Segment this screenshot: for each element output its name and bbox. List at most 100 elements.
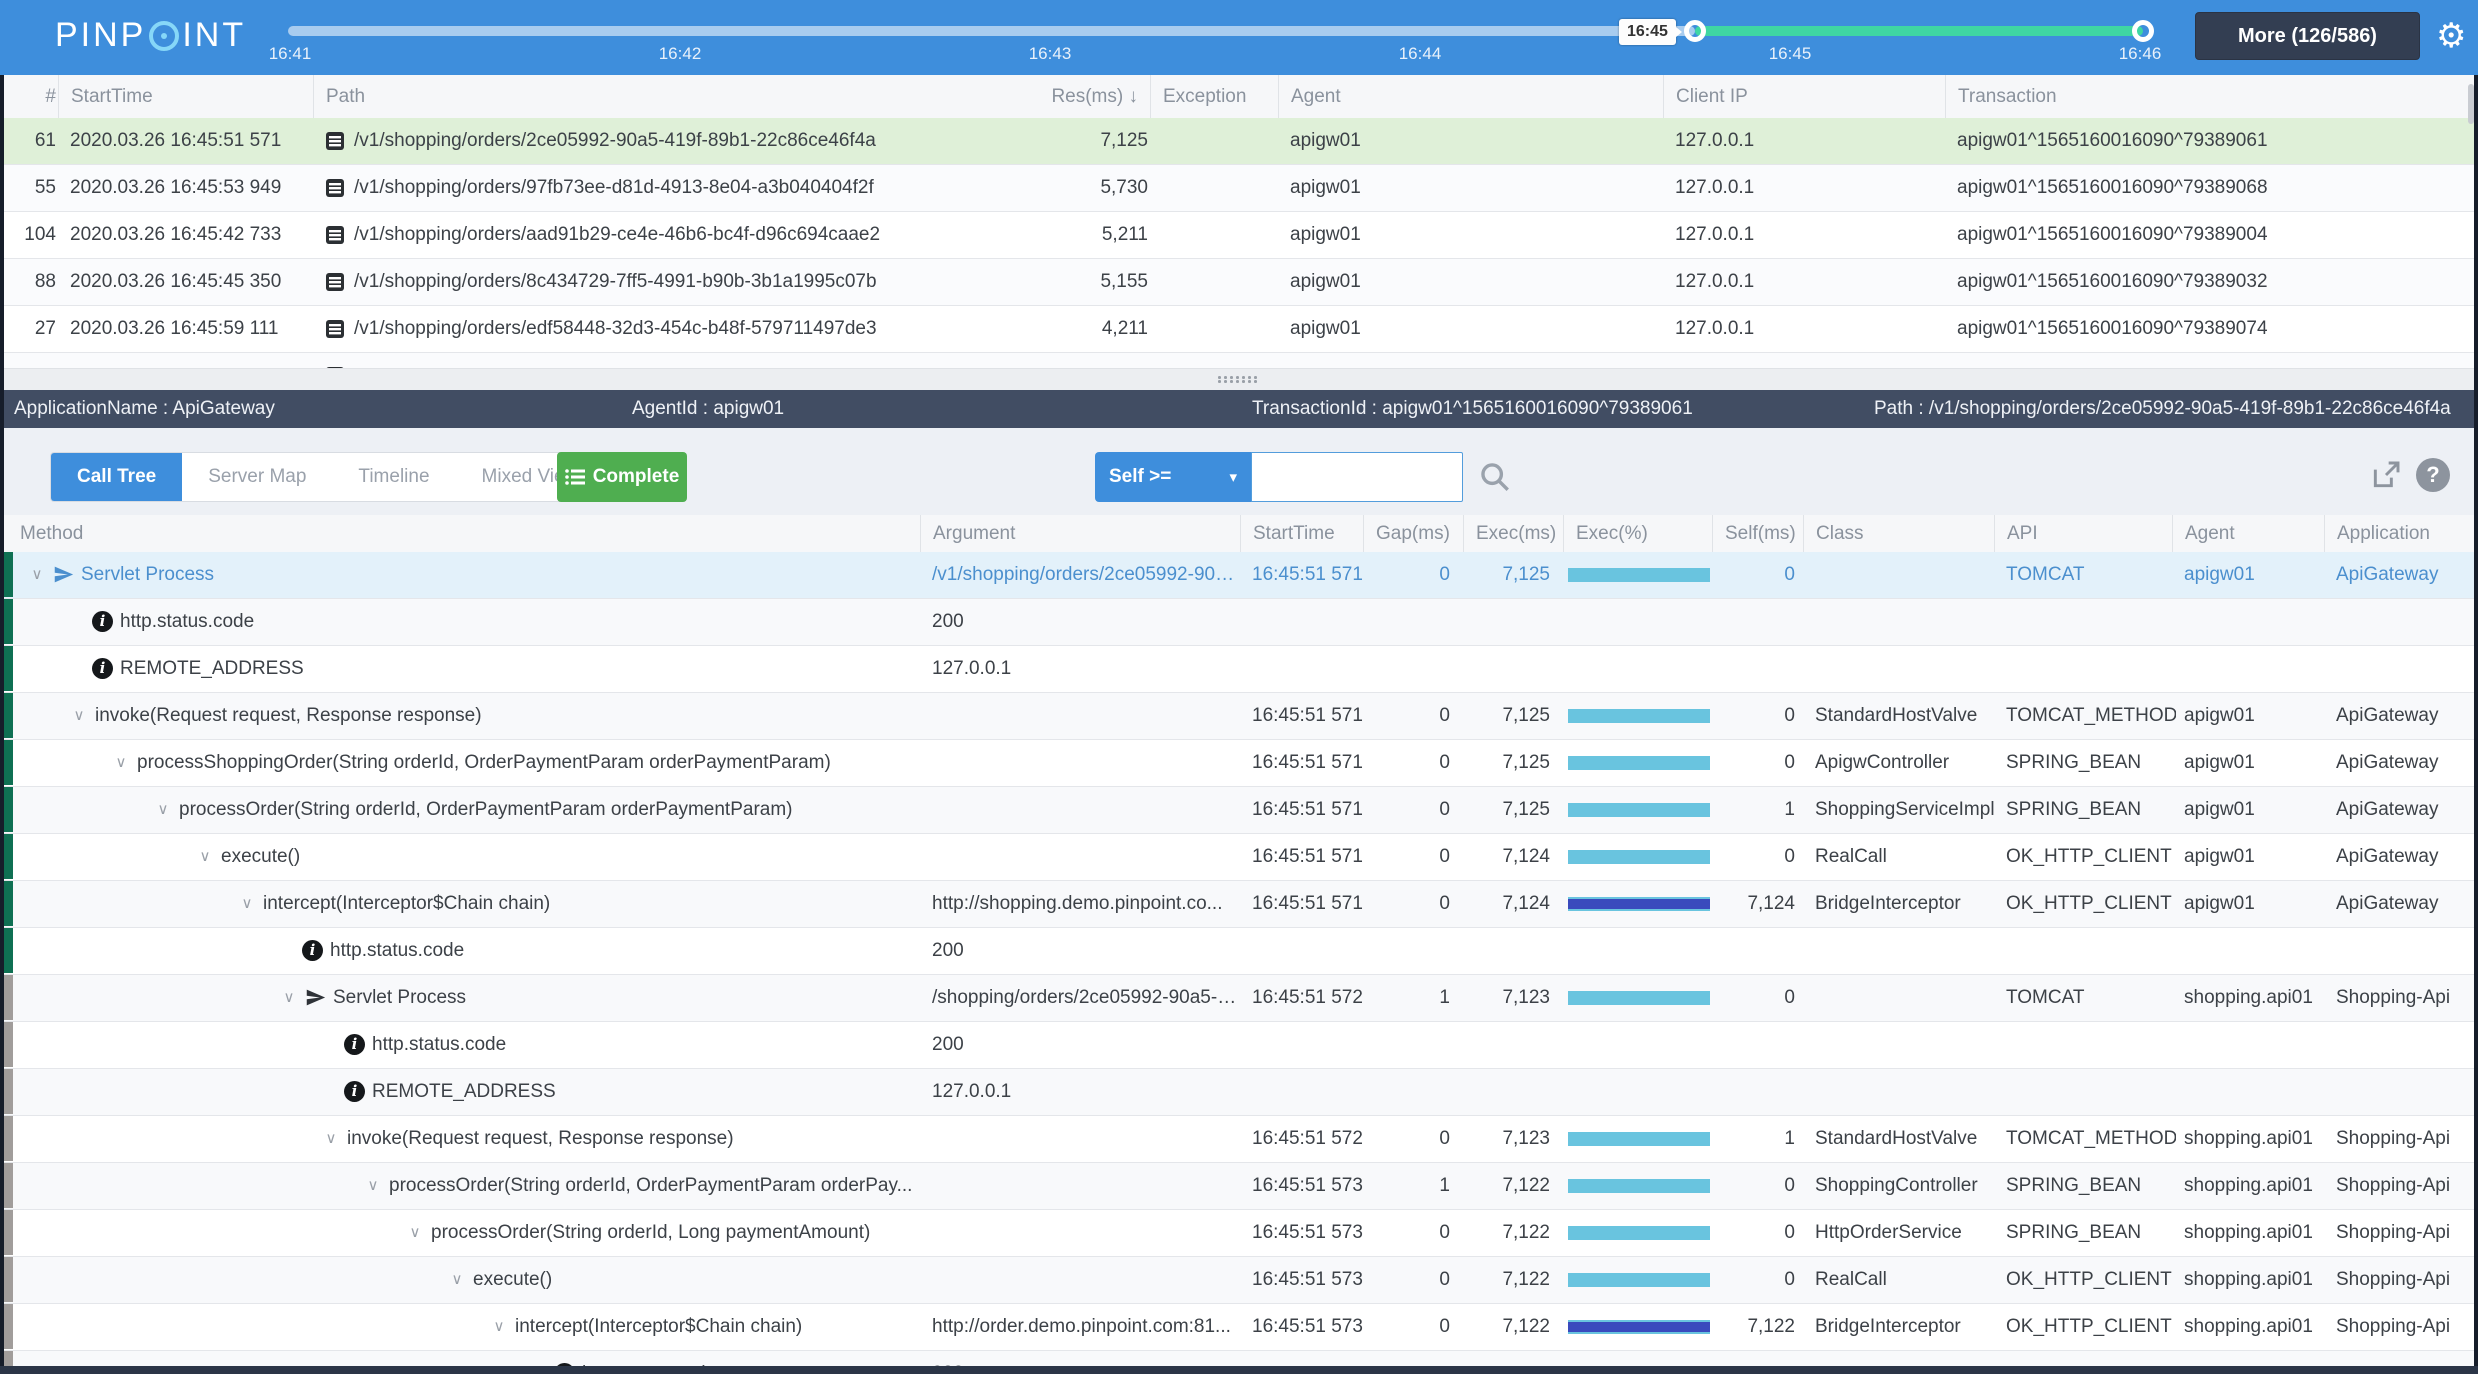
expand-chevron-icon[interactable]: ∨ bbox=[196, 834, 214, 879]
expand-chevron-icon[interactable]: ∨ bbox=[154, 787, 172, 832]
exec-percent-bar bbox=[1568, 568, 1710, 582]
pinpoint-window: PINP INT 16:4116:4216:4316:4416:4516:461… bbox=[0, 0, 2478, 1374]
slider-handle-start[interactable] bbox=[1684, 20, 1706, 42]
servlet-process-icon bbox=[53, 564, 74, 585]
calltree-row[interactable]: ∨Servlet Process/v1/shopping/orders/2ce0… bbox=[0, 552, 2478, 599]
document-icon bbox=[325, 225, 345, 245]
method-label: http.status.code bbox=[372, 1022, 506, 1067]
api-cell: SPRING_BEAN bbox=[2006, 787, 2176, 832]
calltree-row[interactable]: ihttp.status.code200 bbox=[0, 599, 2478, 646]
transaction-row[interactable]: 612020.03.26 16:45:51 571/v1/shopping/or… bbox=[0, 118, 2478, 165]
tab-call-tree[interactable]: Call Tree bbox=[51, 453, 182, 501]
agent-cell: apigw01 bbox=[2184, 740, 2328, 785]
txn-num: 27 bbox=[6, 306, 56, 351]
expand-chevron-icon[interactable]: ∨ bbox=[112, 740, 130, 785]
api-cell: TOMCAT bbox=[2006, 552, 2176, 597]
method-cell: ihttp.status.code bbox=[0, 1351, 920, 1366]
expand-chevron-icon[interactable]: ∨ bbox=[238, 881, 256, 926]
expand-chevron-icon[interactable]: ∨ bbox=[364, 1163, 382, 1208]
txn-clientip: 127.0.0.1 bbox=[1675, 259, 1935, 304]
search-icon[interactable] bbox=[1478, 460, 1512, 494]
calltree-row[interactable]: ∨intercept(Interceptor$Chain chain)http:… bbox=[0, 881, 2478, 928]
timeline-tick: 16:43 bbox=[1029, 44, 1072, 64]
argument-cell: http://order.demo.pinpoint.com:81... bbox=[932, 1304, 1237, 1349]
txn-path: /v1/shopping/orders/edf58448-32d3-454c-b… bbox=[325, 306, 1025, 351]
path-text: /v1/shopping/orders/8c434729-7ff5-4991-b… bbox=[354, 259, 877, 304]
help-icon[interactable]: ? bbox=[2416, 458, 2450, 492]
transaction-row[interactable]: 552020.03.26 16:45:53 949/v1/shopping/or… bbox=[0, 165, 2478, 212]
argument-cell: 127.0.0.1 bbox=[932, 646, 1237, 691]
calltree-row[interactable]: ihttp.status.code200 bbox=[0, 1022, 2478, 1069]
document-icon bbox=[325, 272, 345, 292]
calltree-row[interactable]: ∨processOrder(String orderId, Long payme… bbox=[0, 1210, 2478, 1257]
expand-chevron-icon[interactable]: ∨ bbox=[406, 1210, 424, 1255]
gap-cell: 1 bbox=[1340, 1163, 1450, 1208]
col-res-sort[interactable]: Res(ms) ↓ bbox=[1020, 75, 1138, 118]
expand-chevron-icon[interactable]: ∨ bbox=[70, 693, 88, 738]
txn-transaction-id: apigw01^1565160016090^79389068 bbox=[1957, 165, 2277, 210]
document-icon bbox=[325, 319, 345, 339]
expand-chevron-icon[interactable]: ∨ bbox=[490, 1304, 508, 1349]
slider-handle-end[interactable] bbox=[2132, 20, 2154, 42]
tab-server-map[interactable]: Server Map bbox=[182, 453, 332, 501]
filter-type-select[interactable]: Self >= ▾ bbox=[1095, 452, 1251, 502]
calltree-row[interactable]: ∨processShoppingOrder(String orderId, Or… bbox=[0, 740, 2478, 787]
tab-timeline[interactable]: Timeline bbox=[332, 453, 455, 501]
txn-clientip: 127.0.0.1 bbox=[1675, 118, 1935, 163]
col-exception: Exception bbox=[1150, 75, 1246, 118]
open-in-new-icon[interactable] bbox=[2370, 459, 2402, 491]
method-label: http.status.code bbox=[120, 599, 254, 644]
calltree-row[interactable]: iREMOTE_ADDRESS127.0.0.1 bbox=[0, 646, 2478, 693]
agent-cell: apigw01 bbox=[2184, 787, 2328, 832]
expand-chevron-icon[interactable]: ∨ bbox=[322, 1116, 340, 1161]
panel-splitter[interactable] bbox=[0, 368, 2478, 391]
chevron-down-icon: ▾ bbox=[1229, 468, 1237, 486]
pinpoint-logo: PINP INT bbox=[55, 16, 246, 55]
calltree-row[interactable]: iREMOTE_ADDRESS127.0.0.1 bbox=[0, 1069, 2478, 1116]
api-cell: SPRING_BEAN bbox=[2006, 740, 2176, 785]
calltree-row[interactable]: ∨processOrder(String orderId, OrderPayme… bbox=[0, 787, 2478, 834]
complete-button[interactable]: Complete bbox=[557, 452, 687, 502]
expand-chevron-icon[interactable]: ∨ bbox=[28, 552, 46, 597]
calltree-row[interactable]: ∨invoke(Request request, Response respon… bbox=[0, 693, 2478, 740]
txn-path: /v1/shopping/orders/aad91b29-ce4e-46b6-b… bbox=[325, 212, 1025, 257]
expand-chevron-icon[interactable]: ∨ bbox=[448, 1257, 466, 1302]
self-cell: 0 bbox=[1690, 693, 1795, 738]
calltree-row[interactable]: ∨intercept(Interceptor$Chain chain)http:… bbox=[0, 1304, 2478, 1351]
calltree-row[interactable]: ihttp.status.code200 bbox=[0, 1351, 2478, 1366]
calltree-row[interactable]: ∨invoke(Request request, Response respon… bbox=[0, 1116, 2478, 1163]
self-cell: 0 bbox=[1690, 1257, 1795, 1302]
argument-cell: 200 bbox=[932, 1022, 1237, 1067]
calltree-row[interactable]: ∨processOrder(String orderId, OrderPayme… bbox=[0, 1163, 2478, 1210]
tab-label: Server Map bbox=[208, 466, 306, 488]
exec-percent-bar bbox=[1568, 756, 1710, 770]
exec-percent-bar bbox=[1568, 803, 1710, 817]
calltree-row[interactable]: ihttp.status.code200 bbox=[0, 928, 2478, 975]
argument-cell: /v1/shopping/orders/2ce05992-90a... bbox=[932, 552, 1237, 597]
agent-cell: apigw01 bbox=[2184, 881, 2328, 926]
filter-input[interactable] bbox=[1251, 452, 1463, 502]
col-argument: Argument bbox=[920, 515, 1015, 552]
list-icon bbox=[565, 468, 585, 486]
expand-chevron-icon[interactable]: ∨ bbox=[280, 975, 298, 1020]
more-button[interactable]: More (126/586) bbox=[2195, 12, 2420, 60]
txn-num: 88 bbox=[6, 259, 56, 304]
calltree-row[interactable]: ∨execute()16:45:51 57107,1240RealCallOK_… bbox=[0, 834, 2478, 881]
timeline-tick: 16:46 bbox=[2119, 44, 2162, 64]
exec-cell: 7,122 bbox=[1455, 1163, 1550, 1208]
transaction-row[interactable]: 882020.03.26 16:45:45 350/v1/shopping/or… bbox=[0, 259, 2478, 306]
tab-label: Call Tree bbox=[77, 466, 156, 488]
txn-clientip: 127.0.0.1 bbox=[1675, 212, 1935, 257]
calltree-row[interactable]: ∨execute()16:45:51 57307,1220RealCallOK_… bbox=[0, 1257, 2478, 1304]
api-cell: TOMCAT_METHOD bbox=[2006, 693, 2176, 738]
gap-cell: 0 bbox=[1340, 740, 1450, 785]
transaction-row[interactable]: 272020.03.26 16:45:59 111/v1/shopping/or… bbox=[0, 306, 2478, 353]
exec-percent-bar bbox=[1568, 897, 1710, 911]
transaction-row[interactable] bbox=[0, 353, 2478, 368]
self-cell: 7,122 bbox=[1690, 1304, 1795, 1349]
timeline-tick: 16:42 bbox=[659, 44, 702, 64]
calltree-row[interactable]: ∨Servlet Process/shopping/orders/2ce0599… bbox=[0, 975, 2478, 1022]
class-cell: ShoppingServiceImpl bbox=[1815, 787, 1997, 832]
transaction-row[interactable]: 1042020.03.26 16:45:42 733/v1/shopping/o… bbox=[0, 212, 2478, 259]
gear-icon[interactable]: ⚙ bbox=[2436, 16, 2466, 56]
